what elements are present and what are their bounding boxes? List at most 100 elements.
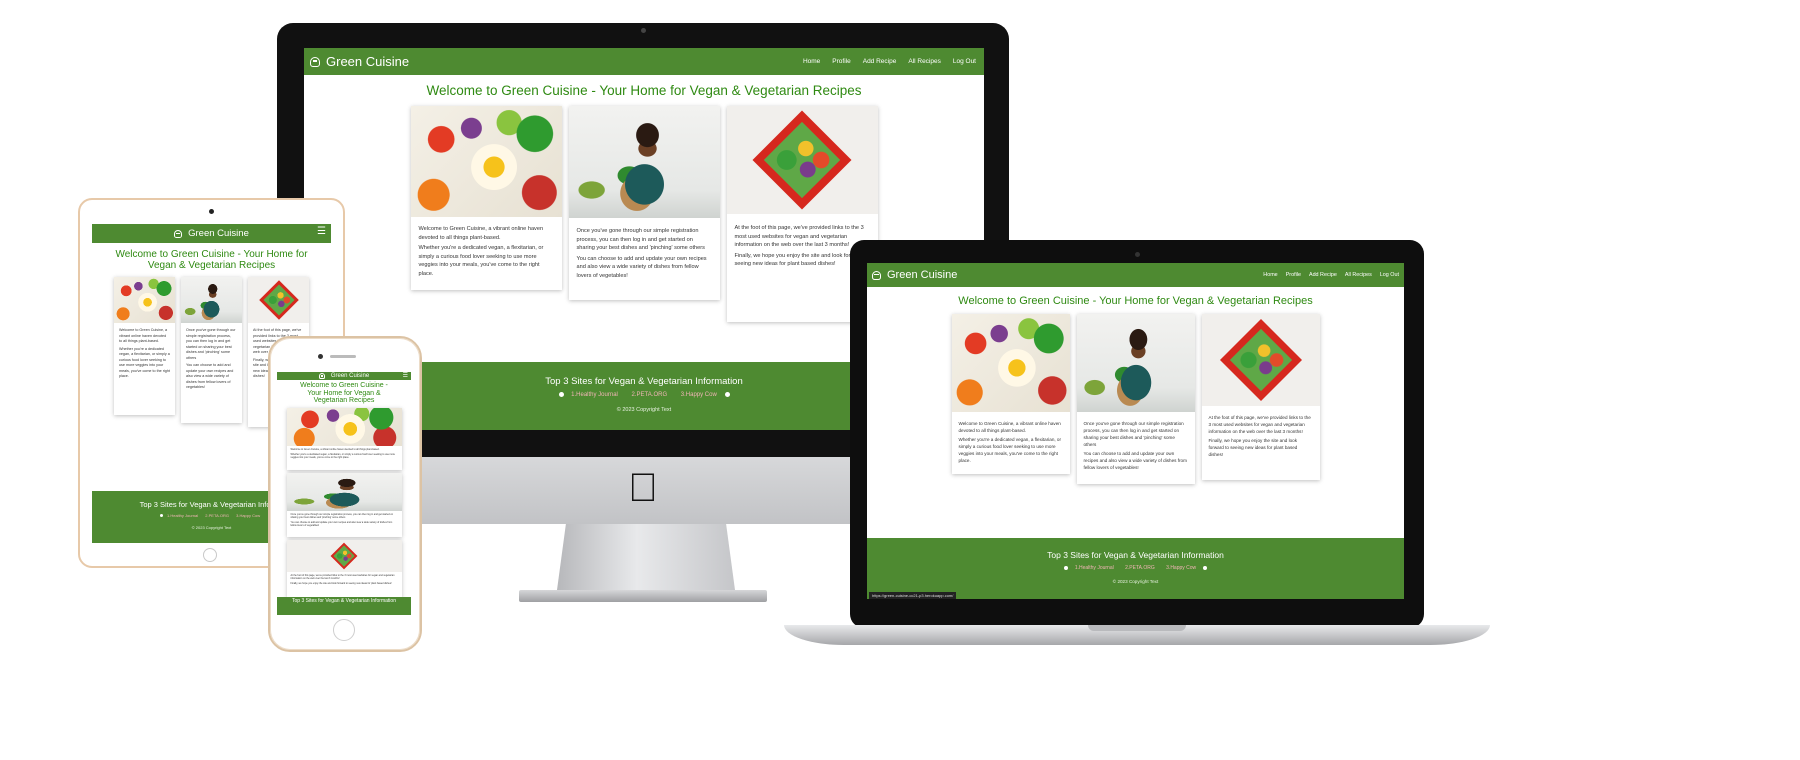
- dot-icon: [1064, 565, 1069, 570]
- chef-hat-icon: [174, 229, 183, 238]
- nav-log-out[interactable]: Log Out: [1380, 272, 1399, 278]
- heart-bowl-image: [286, 539, 402, 572]
- card-text: Whether you're a dedicated vegan, a flex…: [958, 437, 1062, 463]
- dot-icon: [1202, 565, 1207, 570]
- card-text: Finally, we hope you enjoy the site and …: [1208, 438, 1298, 457]
- brand-logo[interactable]: Green Cuisine: [310, 54, 409, 69]
- page-title: Welcome to Green Cuisine - Your Home for…: [426, 83, 862, 98]
- nav-add-recipe[interactable]: Add Recipe: [863, 58, 897, 65]
- footer-link[interactable]: 2.PETA.ORG: [1125, 565, 1155, 571]
- heart-bowl-image: [248, 277, 309, 323]
- nav-log-out[interactable]: Log Out: [953, 58, 976, 65]
- phone-camera: [318, 354, 323, 359]
- brand-logo[interactable]: Green Cuisine: [872, 269, 957, 281]
- card-text: At the foot of this page, we've provided…: [290, 573, 395, 580]
- phone-home-button: [333, 619, 355, 641]
- footer-links: 1.Healthy Journal 2.PETA.ORG 3.Happy Cow: [867, 565, 1404, 571]
- card-text: Welcome to Green Cuisine, a vibrant onli…: [418, 226, 544, 241]
- brand-name: Green Cuisine: [188, 228, 249, 239]
- brand-name: Green Cuisine: [330, 373, 370, 379]
- card-text: At the foot of this page, we've provided…: [1208, 415, 1311, 434]
- nav-links: Home Profile Add Recipe All Recipes Log …: [1263, 272, 1399, 278]
- card-text: You can choose to add and update your ow…: [186, 363, 234, 389]
- navbar: Green Cuisine ☰: [277, 372, 411, 380]
- info-card: Once you've gone through our simple regi…: [286, 472, 402, 537]
- brand-name: Green Cuisine: [326, 54, 410, 69]
- footer: Top 3 Sites for Vegan & Vegetarian Infor…: [277, 597, 411, 615]
- chef-hat-icon: [872, 270, 881, 280]
- title-line: Vegan & Vegetarian Recipes: [147, 260, 276, 271]
- brand-logo[interactable]: Green Cuisine: [318, 373, 370, 379]
- footer-link[interactable]: 3.Happy Cow: [236, 513, 260, 518]
- footer-link[interactable]: 3.Happy Cow: [681, 392, 717, 398]
- footer-link[interactable]: 2.PETA.ORG: [632, 392, 668, 398]
- nav-profile[interactable]: Profile: [832, 58, 850, 65]
- tablet-camera: [209, 209, 214, 214]
- phone-screen: Green Cuisine ☰ Welcome to Green Cuisine…: [277, 372, 411, 615]
- info-card: At the foot of this page, we've provided…: [1201, 314, 1320, 480]
- dot-icon: [558, 392, 564, 397]
- salad-plate-image: [410, 106, 562, 217]
- card-text: Once you've gone through our simple regi…: [290, 512, 394, 519]
- footer: Top 3 Sites for Vegan & Vegetarian Infor…: [867, 538, 1404, 599]
- laptop-notch: [1088, 625, 1186, 631]
- nav-home[interactable]: Home: [1263, 272, 1277, 278]
- status-bar-url: https://green-cuisine-cc21-p3.herokuapp.…: [869, 592, 957, 599]
- laptop-screen: Green Cuisine Home Profile Add Recipe Al…: [867, 263, 1404, 599]
- footer-link[interactable]: 1.Healthy Journal: [571, 392, 618, 398]
- info-card: Welcome to Green Cuisine, a vibrant onli…: [410, 106, 562, 290]
- title-line: Welcome to Green Cuisine -: [300, 382, 388, 389]
- heart-bowl-image: [726, 106, 878, 214]
- apple-logo-icon: : [623, 468, 663, 508]
- salad-plate-image: [286, 407, 402, 446]
- phone-speaker: [330, 355, 356, 358]
- imac-camera: [641, 28, 646, 33]
- info-card: Welcome to Green Cuisine, a vibrant onli…: [286, 407, 402, 470]
- navbar: Green Cuisine Home Profile Add Recipe Al…: [867, 263, 1404, 287]
- nav-links: Home Profile Add Recipe All Recipes Log …: [803, 58, 978, 65]
- woman-cooking-image: [1076, 314, 1195, 412]
- title-line: Welcome to Green Cuisine - Your Home for: [115, 249, 308, 260]
- title-line: Your Home for Vegan &: [307, 389, 381, 397]
- chef-hat-icon: [318, 373, 325, 379]
- card-text: Whether you're a dedicated vegan, a flex…: [418, 245, 544, 277]
- card-text: You can choose to add and update your ow…: [1083, 451, 1187, 470]
- dot-icon: [724, 392, 730, 397]
- card-text: Whether you're a dedicated vegan, a flex…: [119, 346, 170, 379]
- page-title: Welcome to Green Cuisine - Your Home for…: [958, 295, 1313, 307]
- page-title: Welcome to Green Cuisine - Your Home for…: [277, 382, 411, 405]
- footer-link[interactable]: 1.Healthy Journal: [1075, 565, 1114, 571]
- info-card: Once you've gone through our simple regi…: [181, 277, 242, 423]
- woman-cooking-image: [181, 277, 242, 323]
- heart-bowl-image: [1201, 314, 1320, 406]
- brand-name: Green Cuisine: [887, 269, 958, 281]
- card-text: Once you've gone through our simple regi…: [576, 228, 705, 251]
- nav-profile[interactable]: Profile: [1286, 272, 1301, 278]
- title-line: Vegetarian Recipes: [313, 397, 375, 404]
- card-text: Once you've gone through our simple regi…: [186, 328, 236, 360]
- card-text: Whether you're a dedicated vegan, a flex…: [290, 452, 396, 460]
- card-text: Welcome to Green Cuisine, a vibrant onli…: [958, 421, 1061, 433]
- card-text: You can choose to add and update your ow…: [290, 521, 393, 528]
- imac-stand: [557, 524, 735, 590]
- info-card: Once you've gone through our simple regi…: [568, 106, 720, 300]
- hamburger-menu-icon[interactable]: ☰: [317, 226, 326, 237]
- nav-add-recipe[interactable]: Add Recipe: [1309, 272, 1337, 278]
- footer-title: Top 3 Sites for Vegan & Vegetarian Infor…: [292, 598, 396, 604]
- footer-link[interactable]: 3.Happy Cow: [1166, 565, 1196, 571]
- footer-link[interactable]: 2.PETA.ORG: [205, 513, 229, 518]
- info-card: Welcome to Green Cuisine, a vibrant onli…: [114, 277, 175, 415]
- nav-home[interactable]: Home: [803, 58, 820, 65]
- nav-all-recipes[interactable]: All Recipes: [1345, 272, 1372, 278]
- brand-logo[interactable]: Green Cuisine: [174, 228, 249, 239]
- laptop-camera: [1135, 252, 1140, 257]
- dot-icon: [159, 514, 163, 518]
- card-text: Welcome to Green Cuisine, a vibrant onli…: [119, 328, 168, 343]
- tablet-home-button: [203, 548, 217, 562]
- footer-link[interactable]: 1.Healthy Journal: [167, 513, 198, 518]
- nav-all-recipes[interactable]: All Recipes: [908, 58, 941, 65]
- hamburger-menu-icon[interactable]: ☰: [403, 372, 408, 380]
- card-text: You can choose to add and update your ow…: [576, 255, 707, 279]
- navbar: Green Cuisine ☰: [92, 224, 331, 243]
- navbar: Green Cuisine Home Profile Add Recipe Al…: [304, 48, 984, 75]
